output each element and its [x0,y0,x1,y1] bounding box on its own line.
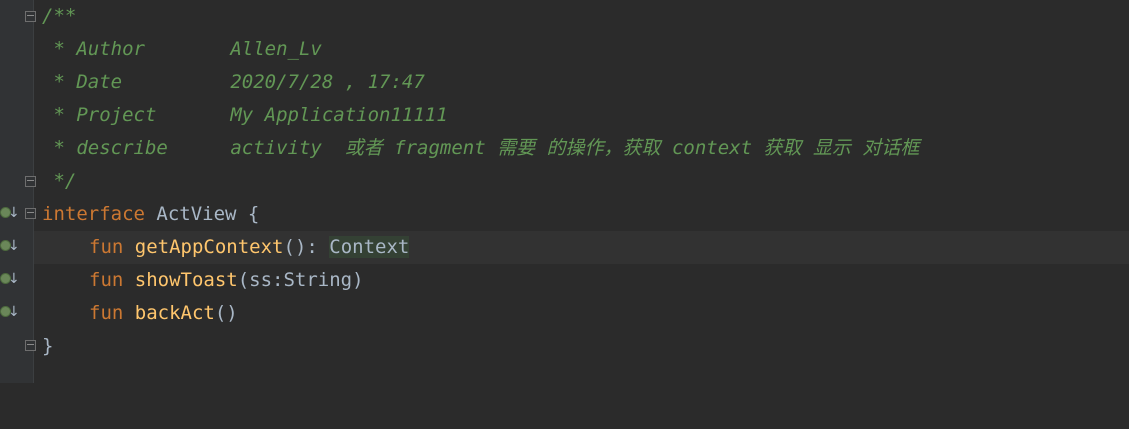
function-name: getAppContext [134,236,284,258]
implemented-method-icon[interactable]: ↓ [0,204,20,224]
code-line-current[interactable]: fun getAppContext(): Context [34,231,1129,264]
keyword-fun: fun [89,236,124,258]
keyword-interface: interface [42,203,145,225]
comment-prefix: * [42,137,77,159]
code-line[interactable]: } [34,330,1129,363]
doc-tag-date: Date [76,71,123,93]
editor-gutter [0,0,33,383]
code-line[interactable]: * Author Allen_Lv [34,33,1129,66]
code-line[interactable]: * Date 2020/7/28 , 17:47 [34,66,1129,99]
doc-comment-close: */ [42,170,77,192]
brace-close: } [42,335,54,357]
code-line[interactable]: /** [34,0,1129,33]
code-line[interactable]: * describe activity 或者 fragment 需要 的操作，获取… [34,132,1129,165]
doc-value-project: My Application11111 [230,104,448,126]
code-line[interactable]: fun showToast(ss:String) [34,264,1129,297]
comment-prefix: * [42,104,77,126]
doc-tag-describe: describe [76,137,168,159]
keyword-fun: fun [89,269,124,291]
code-line[interactable]: interface ActView { [34,198,1129,231]
return-type: Context [329,236,410,258]
implemented-method-icon[interactable]: ↓ [0,303,20,323]
function-name: showToast [134,269,238,291]
params: (): [283,236,330,258]
interface-name: ActView [156,203,237,225]
function-name: backAct [134,302,215,324]
doc-tag-author: Author [76,38,145,60]
comment-prefix: * [42,38,77,60]
doc-value-describe: activity 或者 fragment 需要 的操作，获取 context 获… [230,137,920,159]
implemented-method-icon[interactable]: ↓ [0,270,20,290]
doc-comment-open: /** [42,5,77,27]
code-line[interactable]: */ [34,165,1129,198]
keyword-fun: fun [89,302,124,324]
doc-value-author: Allen_Lv [230,38,322,60]
doc-tag-project: Project [76,104,157,126]
doc-value-date: 2020/7/28 , 17:47 [230,71,425,93]
code-line[interactable]: * Project My Application11111 [34,99,1129,132]
implemented-method-icon[interactable]: ↓ [0,237,20,257]
brace-open: { [236,203,260,225]
code-editor[interactable]: /** * Author Allen_Lv * Date 2020/7/28 , 1… [34,0,1129,383]
code-line[interactable]: fun backAct() [34,297,1129,330]
params: (ss:String) [237,269,364,291]
params: () [214,302,238,324]
comment-prefix: * [42,71,77,93]
